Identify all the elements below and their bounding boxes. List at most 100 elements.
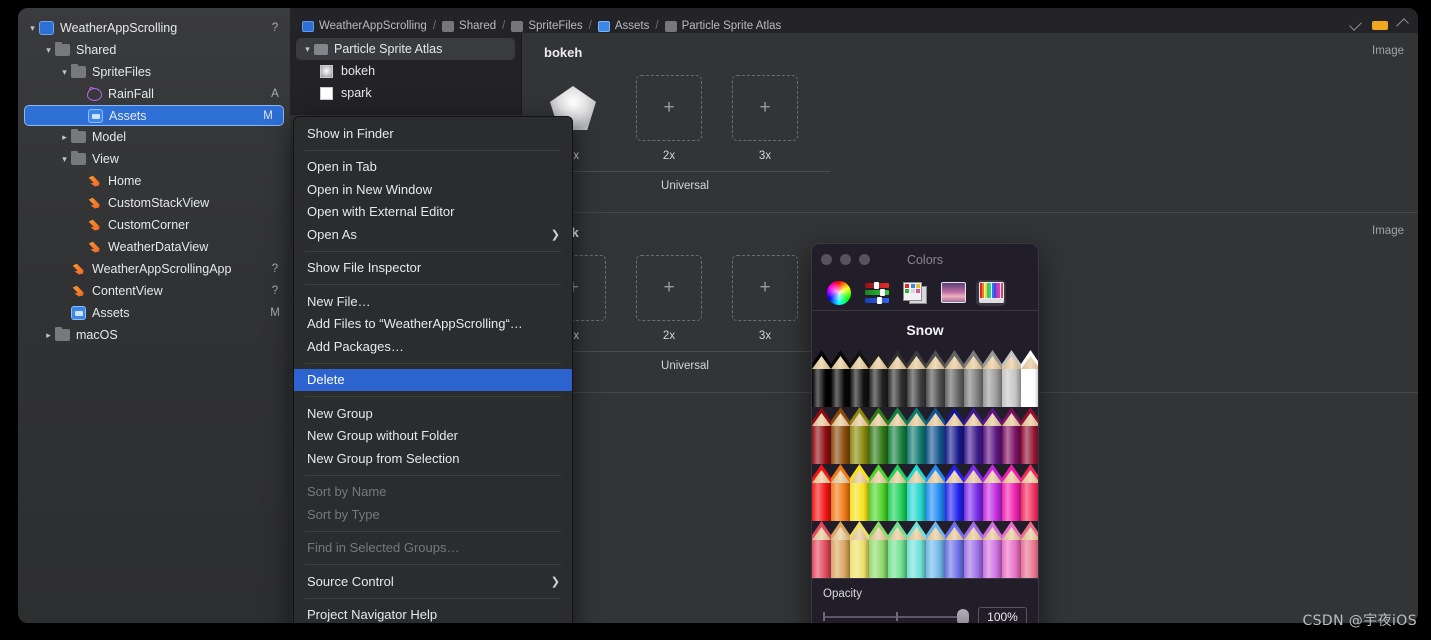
chevron-down-icon[interactable]	[58, 154, 71, 165]
navigator-row-customcorner[interactable]: CustomCorner	[18, 214, 290, 236]
navigator-row-customstackview[interactable]: CustomStackView	[18, 192, 290, 214]
pencil-swatch[interactable]	[812, 464, 831, 521]
pencil-swatch[interactable]	[812, 350, 831, 407]
pencil-swatch[interactable]	[869, 464, 888, 521]
pencil-swatch[interactable]	[850, 350, 869, 407]
pencil-swatch[interactable]	[907, 407, 926, 464]
slot-2x[interactable]: + 2x	[636, 255, 702, 342]
pencil-swatch[interactable]	[1002, 521, 1021, 578]
slot-3x[interactable]: + 3x	[732, 75, 798, 162]
navigator-row-assets[interactable]: Assets M	[18, 302, 290, 324]
pencil-swatch[interactable]	[869, 521, 888, 578]
color-sliders-tool[interactable]	[862, 280, 892, 306]
pencil-swatch[interactable]	[945, 350, 964, 407]
opacity-slider[interactable]	[823, 608, 969, 623]
pencil-swatch[interactable]	[945, 407, 964, 464]
menu-item-source-control[interactable]: Source Control ❯	[294, 570, 572, 593]
pencil-swatch[interactable]	[926, 407, 945, 464]
pencil-swatch[interactable]	[831, 350, 850, 407]
pencil-swatch[interactable]	[869, 407, 888, 464]
pencil-swatch[interactable]	[1002, 350, 1021, 407]
pencil-swatch[interactable]	[850, 464, 869, 521]
pencil-swatch[interactable]	[945, 464, 964, 521]
navigator-row-weatherappscrollingapp[interactable]: WeatherAppScrollingApp?	[18, 258, 290, 280]
navigator-row-spritefiles[interactable]: SpriteFiles	[18, 61, 290, 83]
navigator-row-view[interactable]: View	[18, 148, 290, 170]
editor-window-controls[interactable]	[1349, 8, 1410, 31]
pencil-swatch[interactable]	[907, 464, 926, 521]
pencil-swatch[interactable]	[907, 521, 926, 578]
slot-3x[interactable]: + 3x	[732, 255, 798, 342]
menu-item-show-file-inspector[interactable]: Show File Inspector	[294, 257, 572, 280]
pencil-swatch[interactable]	[983, 464, 1002, 521]
atlas-group-row[interactable]: Particle Sprite Atlas	[296, 38, 515, 60]
breadcrumb-item-shared[interactable]: Shared	[442, 20, 496, 32]
color-palettes-tool[interactable]	[900, 280, 930, 306]
chevron-right-icon[interactable]	[1396, 18, 1410, 31]
pencil-swatch[interactable]	[1021, 464, 1038, 521]
pencil-swatch[interactable]	[850, 521, 869, 578]
pencil-swatch[interactable]	[1021, 407, 1038, 464]
pencil-swatch[interactable]	[945, 521, 964, 578]
pencil-swatch[interactable]	[850, 407, 869, 464]
pencil-swatch[interactable]	[983, 521, 1002, 578]
pencil-swatch[interactable]	[869, 350, 888, 407]
navigator-row-home[interactable]: Home	[18, 170, 290, 192]
navigator-row-weatherdataview[interactable]: WeatherDataView	[18, 236, 290, 258]
menu-item-open-with-external-editor[interactable]: Open with External Editor	[294, 201, 572, 224]
chevron-down-icon[interactable]	[42, 45, 55, 56]
pencil-color-grid[interactable]	[812, 350, 1038, 578]
pencil-swatch[interactable]	[888, 521, 907, 578]
opacity-slider-knob[interactable]	[957, 608, 969, 623]
menu-item-open-in-new-window[interactable]: Open in New Window	[294, 178, 572, 201]
menu-item-add-packages[interactable]: Add Packages…	[294, 335, 572, 358]
menu-item-open-in-tab[interactable]: Open in Tab	[294, 156, 572, 179]
atlas-item-bokeh[interactable]: bokeh	[290, 60, 521, 82]
pencil-swatch[interactable]	[1021, 521, 1038, 578]
menu-item-new-file[interactable]: New File…	[294, 290, 572, 313]
colors-panel-titlebar[interactable]: Colors	[812, 244, 1038, 275]
pencil-swatch[interactable]	[831, 407, 850, 464]
slot-3x-box[interactable]: +	[732, 255, 798, 321]
colors-panel-toolbar[interactable]	[812, 275, 1038, 311]
colors-panel[interactable]: Colors Snow Opacity 100%	[811, 243, 1039, 623]
pencil-swatch[interactable]	[964, 350, 983, 407]
pencil-swatch[interactable]	[983, 407, 1002, 464]
menu-item-new-group-from-selection[interactable]: New Group from Selection	[294, 447, 572, 470]
pencil-swatch[interactable]	[964, 407, 983, 464]
breadcrumb-item-project[interactable]: WeatherAppScrolling	[302, 20, 427, 32]
slot-2x-box[interactable]: +	[636, 75, 702, 141]
navigator-row-model[interactable]: Model	[18, 126, 290, 148]
chevron-down-icon[interactable]	[26, 23, 39, 34]
pencil-swatch[interactable]	[812, 407, 831, 464]
breadcrumb-item-spritefiles[interactable]: SpriteFiles	[511, 20, 583, 32]
chevron-right-icon[interactable]	[42, 330, 55, 341]
pencil-swatch[interactable]	[888, 464, 907, 521]
chevron-left-icon[interactable]	[1349, 18, 1363, 31]
context-menu[interactable]: Show in Finder Open in Tab Open in New Win…	[293, 116, 573, 623]
breadcrumb-item-assets[interactable]: Assets	[597, 20, 649, 32]
navigator-row-contentview[interactable]: ContentView?	[18, 280, 290, 302]
pencil-swatch[interactable]	[812, 521, 831, 578]
navigator-row-weatherappscrolling[interactable]: WeatherAppScrolling?	[18, 17, 290, 39]
pencil-swatch[interactable]	[907, 350, 926, 407]
image-palette-tool[interactable]	[938, 280, 968, 306]
minimize-icon[interactable]	[840, 254, 851, 265]
breadcrumb-item-atlas[interactable]: Particle Sprite Atlas	[664, 20, 781, 32]
menu-item-show-in-finder[interactable]: Show in Finder	[294, 122, 572, 145]
menu-item-open-as[interactable]: Open As ❯	[294, 223, 572, 246]
opacity-control[interactable]: Opacity 100%	[812, 578, 1038, 623]
pencil-swatch[interactable]	[888, 350, 907, 407]
pencil-swatch[interactable]	[964, 464, 983, 521]
menu-item-add-files-to-weatherappscrolling[interactable]: Add Files to “WeatherAppScrolling“…	[294, 313, 572, 336]
project-navigator[interactable]: WeatherAppScrolling? Shared SpriteFiles Rai…	[18, 8, 290, 623]
navigator-row-assets[interactable]: Assets M	[24, 105, 284, 126]
chevron-down-icon[interactable]	[301, 44, 314, 55]
color-wheel-tool[interactable]	[824, 280, 854, 306]
close-icon[interactable]	[821, 254, 832, 265]
pencil-swatch[interactable]	[926, 350, 945, 407]
atlas-item-spark[interactable]: spark	[290, 82, 521, 104]
breadcrumb[interactable]: WeatherAppScrolling / Shared / SpriteFil…	[290, 8, 1418, 33]
menu-item-project-navigator-help[interactable]: Project Navigator Help	[294, 604, 572, 624]
pencil-swatch[interactable]	[1002, 407, 1021, 464]
